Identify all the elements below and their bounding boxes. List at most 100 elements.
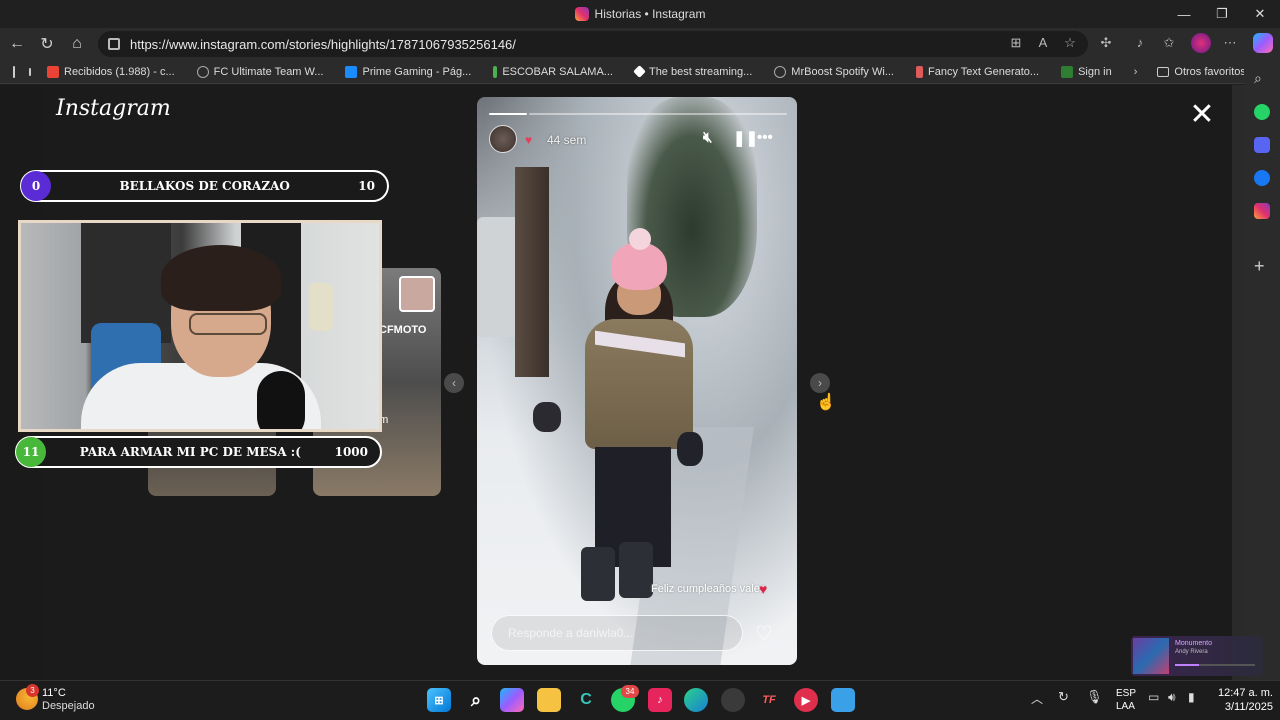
- copilot-icon[interactable]: [1253, 33, 1273, 53]
- goal-label: BELLAKOS DE CORAZAO: [119, 179, 290, 193]
- favorite-star-icon[interactable]: ☆: [1061, 35, 1079, 51]
- folder-icon: [1157, 66, 1170, 77]
- bookmark-item[interactable]: The best streaming...: [633, 65, 752, 78]
- chevron-right-icon[interactable]: ›: [1134, 66, 1138, 78]
- home-icon[interactable]: ⌂: [66, 34, 88, 54]
- bookmark-icon: [493, 65, 498, 78]
- favorites-icon[interactable]: ✩: [1160, 35, 1178, 51]
- goal-current: 11: [16, 437, 46, 467]
- copilot-icon[interactable]: [500, 688, 524, 712]
- goal-bar: 0 BELLAKOS DE CORAZAO 10: [20, 170, 389, 202]
- goal-target: 10: [358, 179, 375, 193]
- edge-browser-icon[interactable]: [684, 688, 708, 712]
- file-explorer-icon[interactable]: [537, 688, 561, 712]
- window-title: Historias • Instagram: [594, 7, 706, 21]
- minimize-button[interactable]: —: [1165, 0, 1203, 28]
- read-aloud-icon[interactable]: A: [1034, 35, 1052, 50]
- bookmark-item[interactable]: Sign in: [1061, 65, 1112, 78]
- clock-date[interactable]: 3/11/2025: [1213, 701, 1273, 713]
- title-bar: Historias • Instagram: [0, 0, 1280, 28]
- globe-icon: [196, 65, 209, 78]
- bookmark-item[interactable]: ESCOBAR SALAMA...: [493, 65, 613, 78]
- search-icon[interactable]: ⌕: [1254, 70, 1262, 87]
- instagram-icon[interactable]: [1254, 203, 1270, 219]
- sync-icon[interactable]: ↻: [1058, 689, 1069, 705]
- story-frame[interactable]: ♥ 44 sem 🔇︎ ❚❚ ••• Feliz cumpleaños vale…: [477, 97, 797, 665]
- story-time: 44 sem: [547, 133, 587, 147]
- add-icon[interactable]: +: [1254, 256, 1265, 277]
- previous-story-button[interactable]: ‹: [444, 373, 464, 393]
- browser-essentials-icon[interactable]: ♪: [1131, 35, 1149, 50]
- prime-gaming-icon: [345, 65, 358, 78]
- diamond-icon: [633, 65, 646, 78]
- search-icon[interactable]: ⌕: [464, 688, 488, 712]
- whatsapp-icon[interactable]: [1254, 104, 1270, 120]
- story-progress-track: [529, 113, 787, 115]
- media-player-icon[interactable]: ▶: [794, 688, 818, 712]
- microphone-icon[interactable]: 🎙︎: [1086, 689, 1103, 705]
- bookmark-item[interactable]: FC Ultimate Team W...: [196, 65, 323, 78]
- edge-sidebar: [1244, 60, 1280, 680]
- windows-start-icon[interactable]: ⊞: [427, 688, 451, 712]
- album-art: [1133, 638, 1169, 674]
- cursor-icon: ☝: [816, 394, 836, 411]
- goal-label: PARA ARMAR MI PC DE MESA :(: [79, 445, 301, 459]
- close-window-button[interactable]: ✕: [1241, 0, 1279, 28]
- bookmark-item[interactable]: MrBoost Spotify Wi...: [774, 65, 894, 78]
- app-available-icon[interactable]: ⊞: [1007, 35, 1025, 51]
- track-artist: Andy Rivera: [1175, 649, 1208, 655]
- tiktok-icon[interactable]: ♪: [648, 688, 672, 712]
- extensions-icon[interactable]: ✣: [1097, 35, 1115, 51]
- next-story-button[interactable]: ›: [810, 373, 830, 393]
- facebook-icon[interactable]: [1254, 170, 1270, 186]
- instagram-logo[interactable]: Instagram: [56, 96, 171, 121]
- webcam-overlay: [18, 220, 382, 432]
- more-options-icon[interactable]: •••: [757, 129, 773, 146]
- weather-description[interactable]: Despejado: [42, 700, 95, 712]
- weather-temperature[interactable]: 11°C: [42, 687, 66, 699]
- sign-in-site-icon: [1061, 65, 1074, 78]
- pause-icon[interactable]: ❚❚: [733, 129, 758, 147]
- goal-bar: 11 PARA ARMAR MI PC DE MESA :( 1000: [15, 436, 382, 468]
- collections-icon[interactable]: [29, 67, 31, 76]
- app-icon[interactable]: C: [574, 688, 598, 712]
- reply-input[interactable]: Responde a daniwla0...: [491, 615, 743, 651]
- more-menu-icon[interactable]: ⋯: [1221, 35, 1239, 51]
- bookmarks-bar: Recibidos (1.988) - c... FC Ultimate Tea…: [0, 60, 1280, 84]
- app-icon[interactable]: [721, 688, 745, 712]
- tile-text: CFMOTO: [379, 324, 427, 336]
- bookmark-item[interactable]: Prime Gaming - Pág...: [345, 65, 471, 78]
- battery-icon[interactable]: ▮: [1188, 690, 1195, 704]
- instagram-favicon-icon: [574, 7, 589, 21]
- track-progress: [1175, 664, 1255, 666]
- media-player-widget[interactable]: Monumento Andy Rivera: [1131, 636, 1263, 676]
- notepad-icon[interactable]: [831, 688, 855, 712]
- language-indicator[interactable]: ESP: [1116, 688, 1136, 699]
- tab-actions-icon[interactable]: [13, 65, 15, 78]
- address-bar[interactable]: https://www.instagram.com/stories/highli…: [98, 31, 1088, 57]
- chevron-up-icon[interactable]: ︿: [1031, 690, 1043, 707]
- volume-icon[interactable]: 🔊︎: [1168, 690, 1176, 705]
- clock-time[interactable]: 12:47 a. m.: [1213, 687, 1273, 699]
- network-icon[interactable]: ▭: [1148, 690, 1159, 704]
- url-text: https://www.instagram.com/stories/highli…: [130, 36, 516, 52]
- story-author-avatar[interactable]: [489, 125, 517, 153]
- mute-icon[interactable]: 🔇︎: [703, 129, 712, 146]
- notification-badge: 34: [621, 685, 639, 698]
- app-icon[interactable]: TF: [757, 688, 781, 712]
- maximize-button[interactable]: ❐: [1203, 0, 1241, 28]
- story-progress-bar: [489, 113, 527, 115]
- scrollbar[interactable]: [1232, 85, 1244, 680]
- refresh-icon[interactable]: ↻: [36, 34, 58, 54]
- bookmark-item[interactable]: Recibidos (1.988) - c...: [47, 65, 175, 78]
- profile-avatar[interactable]: [1191, 33, 1211, 53]
- discord-icon[interactable]: [1254, 137, 1270, 153]
- close-icon[interactable]: ✕: [1188, 100, 1216, 130]
- site-info-icon[interactable]: [108, 38, 120, 50]
- bookmark-item[interactable]: Fancy Text Generato...: [916, 65, 1039, 78]
- tile-avatar: [399, 276, 435, 312]
- like-heart-icon[interactable]: ♡: [755, 621, 773, 646]
- keyboard-layout[interactable]: LAA: [1116, 701, 1135, 712]
- back-icon[interactable]: ←: [6, 34, 28, 54]
- other-favorites[interactable]: Otros favoritos: [1157, 66, 1246, 78]
